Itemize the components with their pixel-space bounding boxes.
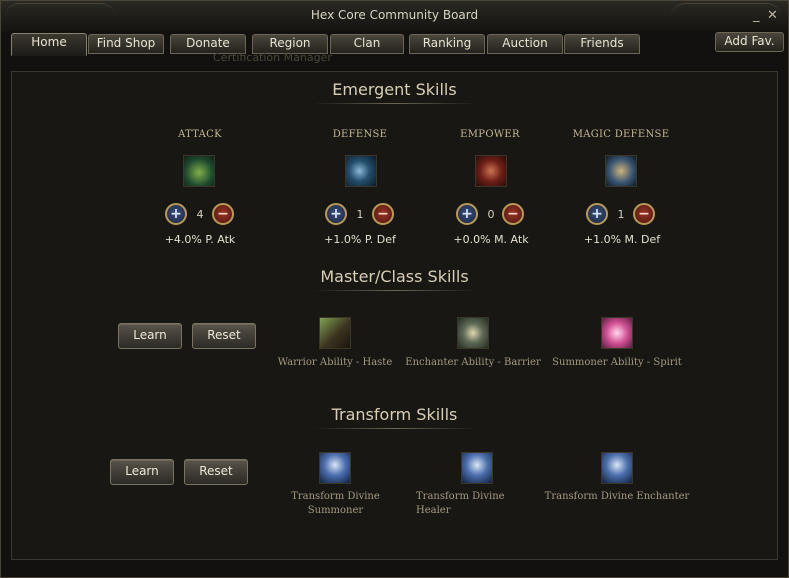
- master-reset-button[interactable]: Reset: [192, 323, 256, 349]
- attack-bonus: +4.0% P. Atk: [164, 233, 236, 246]
- defense-bonus: +1.0% P. Def: [324, 233, 396, 246]
- divine-enchanter-label: Transform Divine Enchanter: [544, 491, 690, 502]
- divine-summoner-icon: [319, 452, 351, 484]
- tab-friends[interactable]: Friends: [564, 34, 640, 54]
- magic-defense-value: 1: [617, 208, 625, 221]
- attack-minus-button[interactable]: −: [212, 203, 234, 225]
- empower-plus-button[interactable]: +: [456, 203, 478, 225]
- tab-auction[interactable]: Auction: [487, 34, 563, 54]
- magic-defense-plus-button[interactable]: +: [586, 203, 608, 225]
- magic-defense-minus-button[interactable]: −: [633, 203, 655, 225]
- divine-enchanter-icon: [601, 452, 633, 484]
- attack-plus-button[interactable]: +: [165, 203, 187, 225]
- spirit-skill-label: Summoner Ability - Spirit: [552, 357, 682, 368]
- empower-skill-icon: [475, 155, 507, 187]
- minimize-button[interactable]: _: [753, 9, 760, 22]
- title-bar[interactable]: Hex Core Community Board _ ✕: [1, 1, 788, 31]
- defense-minus-button[interactable]: −: [372, 203, 394, 225]
- haste-skill-label: Warrior Ability - Haste: [277, 357, 393, 368]
- defense-value: 1: [356, 208, 364, 221]
- barrier-skill-icon: [457, 317, 489, 349]
- magic-defense-bonus: +1.0% M. Def: [583, 233, 661, 246]
- attack-value: 4: [196, 208, 204, 221]
- empower-category-label: EMPOWER: [460, 129, 520, 140]
- emergent-title-divider: [312, 103, 477, 104]
- ghost-subtitle: Certification Manager: [213, 51, 332, 64]
- emergent-skills-title: Emergent Skills: [332, 80, 457, 99]
- transform-title-divider: [312, 428, 477, 429]
- master-class-skills-title: Master/Class Skills: [320, 267, 469, 286]
- divine-summoner-label: Transform Divine Summoner: [291, 491, 380, 516]
- add-favorite-button[interactable]: Add Fav.: [715, 32, 784, 52]
- defense-skill-icon: [345, 155, 377, 187]
- empower-bonus: +0.0% M. Atk: [453, 233, 529, 246]
- close-button[interactable]: ✕: [767, 9, 778, 22]
- attack-category-label: ATTACK: [178, 129, 222, 140]
- master-learn-button[interactable]: Learn: [118, 323, 182, 349]
- tab-ranking[interactable]: Ranking: [409, 34, 485, 54]
- tab-home[interactable]: Home: [11, 33, 87, 56]
- tab-clan[interactable]: Clan: [330, 34, 404, 54]
- haste-skill-icon: [319, 317, 351, 349]
- defense-plus-button[interactable]: +: [325, 203, 347, 225]
- spirit-skill-icon: [601, 317, 633, 349]
- transform-learn-button[interactable]: Learn: [110, 459, 174, 485]
- master-title-divider: [312, 290, 477, 291]
- divine-healer-label: Transform Divine Healer: [416, 491, 505, 516]
- community-board-window: Hex Core Community Board _ ✕ Home Find S…: [0, 0, 789, 578]
- attack-skill-icon: [183, 155, 215, 187]
- barrier-skill-label: Enchanter Ability - Barrier: [405, 357, 541, 368]
- magic-defense-category-label: MAGIC DEFENSE: [572, 129, 670, 140]
- transform-skills-title: Transform Skills: [331, 405, 458, 424]
- window-title: Hex Core Community Board: [310, 8, 479, 22]
- empower-minus-button[interactable]: −: [502, 203, 524, 225]
- transform-reset-button[interactable]: Reset: [184, 459, 248, 485]
- empower-value: 0: [487, 208, 495, 221]
- defense-category-label: DEFENSE: [332, 129, 388, 140]
- magic-defense-skill-icon: [605, 155, 637, 187]
- content-panel: Emergent Skills ATTACK + 4 − +4.0% P. At…: [11, 71, 778, 560]
- divine-healer-icon: [461, 452, 493, 484]
- tab-find-shop[interactable]: Find Shop: [88, 34, 164, 54]
